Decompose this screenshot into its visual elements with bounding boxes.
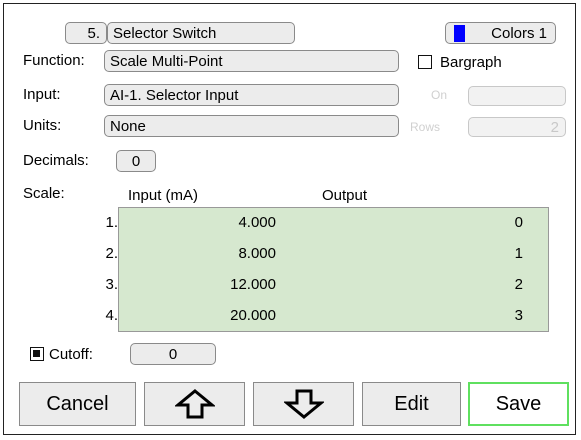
color-swatch <box>454 25 465 42</box>
cutoff-value: 0 <box>168 345 178 363</box>
disabled-rows-label: Rows <box>410 120 441 134</box>
down-button[interactable] <box>253 382 354 426</box>
colors-label: Colors 1 <box>491 24 547 42</box>
scale-input-header: Input (mA) <box>128 187 199 204</box>
disabled-on-label: On <box>431 88 448 102</box>
up-button[interactable] <box>144 382 245 426</box>
decimals-label: Decimals: <box>23 152 89 169</box>
scale-row-output[interactable]: 1 <box>493 245 523 262</box>
scale-output-header: Output <box>322 187 368 204</box>
scale-table[interactable] <box>118 207 549 332</box>
function-label: Function: <box>23 52 85 69</box>
scale-row-index: 1. <box>105 214 118 231</box>
scale-row-input[interactable]: 12.000 <box>196 276 276 293</box>
cutoff-label: Cutoff: <box>49 346 93 363</box>
scale-row-index: 2. <box>105 245 118 262</box>
bargraph-label: Bargraph <box>440 54 502 71</box>
scale-row-input[interactable]: 20.000 <box>196 307 276 324</box>
edit-button[interactable]: Edit <box>362 382 461 426</box>
input-label: Input: <box>23 86 61 103</box>
colors-button[interactable]: Colors 1 <box>445 22 556 44</box>
input-select[interactable]: AI-1. Selector Input <box>104 84 399 106</box>
scale-row-index: 3. <box>105 276 118 293</box>
input-value: AI-1. Selector Input <box>110 86 239 104</box>
cancel-label: Cancel <box>46 392 109 415</box>
arrow-up-icon <box>174 389 215 419</box>
function-select[interactable]: Scale Multi-Point <box>104 50 399 72</box>
decimals-value: 0 <box>131 152 141 170</box>
scale-row-output[interactable]: 3 <box>493 307 523 324</box>
units-select[interactable]: None <box>104 115 399 137</box>
scale-row-output[interactable]: 2 <box>493 276 523 293</box>
cancel-button[interactable]: Cancel <box>19 382 136 426</box>
scale-label: Scale: <box>23 185 65 202</box>
channel-number-field[interactable]: 5. <box>65 22 107 44</box>
cutoff-field[interactable]: 0 <box>130 343 216 365</box>
scale-row-input[interactable]: 8.000 <box>196 245 276 262</box>
scale-row-index: 4. <box>105 307 118 324</box>
bargraph-checkbox[interactable] <box>418 55 432 69</box>
arrow-down-icon <box>283 389 324 419</box>
scale-row-output[interactable]: 0 <box>493 214 523 231</box>
channel-name: Selector Switch <box>113 24 217 42</box>
save-label: Save <box>495 392 542 415</box>
disabled-rows-value: 2 <box>550 118 559 136</box>
units-label: Units: <box>23 117 62 134</box>
save-button[interactable]: Save <box>468 382 569 426</box>
edit-label: Edit <box>394 392 429 415</box>
cutoff-checkbox[interactable] <box>30 347 44 361</box>
disabled-rows-field: 2 <box>468 117 566 137</box>
channel-name-field[interactable]: Selector Switch <box>107 22 295 44</box>
decimals-field[interactable]: 0 <box>116 150 156 172</box>
units-value: None <box>110 117 146 135</box>
channel-number: 5. <box>87 24 100 42</box>
function-value: Scale Multi-Point <box>110 52 223 70</box>
disabled-on-field <box>468 86 566 106</box>
scale-row-input[interactable]: 4.000 <box>196 214 276 231</box>
